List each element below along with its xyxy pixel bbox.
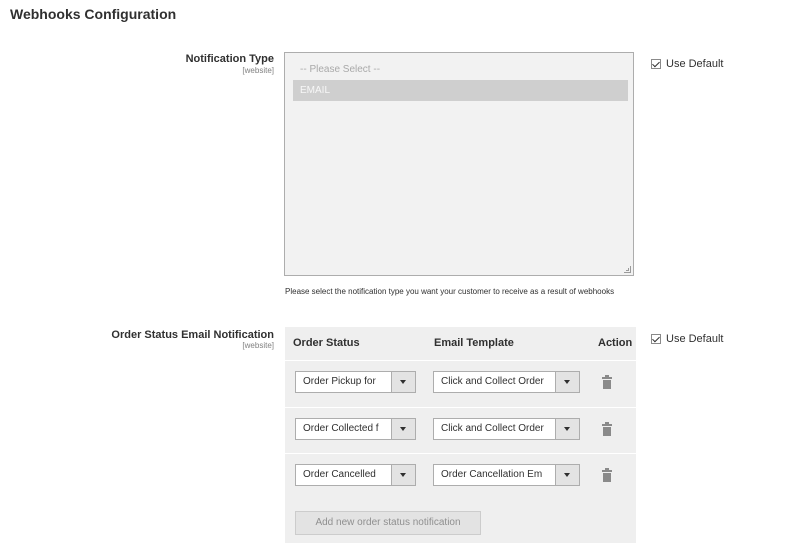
email-template-value: Click and Collect Order: [441, 423, 544, 434]
use-default-label: Use Default: [666, 58, 724, 70]
table-row: Order Cancelled Order Cancellation Em: [285, 453, 636, 500]
chevron-down-icon[interactable]: [391, 419, 415, 439]
notification-type-scope: [website]: [242, 66, 274, 75]
use-default-label: Use Default: [666, 333, 724, 345]
notification-type-multiselect[interactable]: -- Please Select -- EMAIL: [284, 52, 634, 276]
trash-icon[interactable]: [602, 422, 612, 436]
email-template-value: Click and Collect Order: [441, 376, 544, 387]
use-default-order-status-email[interactable]: Use Default: [651, 333, 723, 345]
order-status-email-scope: [website]: [242, 341, 274, 350]
order-status-email-label: Order Status Email Notification: [111, 329, 274, 341]
email-template-value: Order Cancellation Em: [441, 469, 543, 480]
column-order-status: Order Status: [293, 337, 360, 349]
email-template-select[interactable]: Order Cancellation Em: [433, 464, 580, 486]
add-order-status-notification-button[interactable]: Add new order status notification: [295, 511, 481, 535]
column-email-template: Email Template: [434, 337, 514, 349]
order-status-value: Order Collected f: [303, 423, 379, 434]
grid-header: Order Status Email Template Action: [285, 327, 636, 358]
trash-icon[interactable]: [602, 375, 612, 389]
resize-grip-icon[interactable]: [624, 266, 631, 273]
chevron-down-icon[interactable]: [391, 372, 415, 392]
chevron-down-icon[interactable]: [555, 419, 579, 439]
checkmark-icon[interactable]: [651, 59, 661, 69]
email-template-select[interactable]: Click and Collect Order: [433, 418, 580, 440]
table-row: Order Pickup for Click and Collect Order: [285, 360, 636, 407]
column-action: Action: [598, 337, 633, 349]
order-status-value: Order Cancelled: [303, 469, 376, 480]
order-status-select[interactable]: Order Collected f: [295, 418, 416, 440]
chevron-down-icon[interactable]: [555, 465, 579, 485]
order-status-value: Order Pickup for: [303, 376, 376, 387]
option-email[interactable]: EMAIL: [293, 80, 628, 101]
notification-type-label: Notification Type: [185, 53, 274, 65]
order-status-grid: Order Status Email Template Action Order…: [285, 327, 636, 543]
section-title: Webhooks Configuration: [10, 6, 177, 22]
trash-icon[interactable]: [602, 468, 612, 482]
chevron-down-icon[interactable]: [391, 465, 415, 485]
order-status-select[interactable]: Order Pickup for: [295, 371, 416, 393]
checkmark-icon[interactable]: [651, 334, 661, 344]
order-status-select[interactable]: Order Cancelled: [295, 464, 416, 486]
use-default-notification-type[interactable]: Use Default: [651, 58, 723, 70]
chevron-down-icon[interactable]: [555, 372, 579, 392]
notification-type-note: Please select the notification type you …: [285, 287, 615, 296]
option-please-select[interactable]: -- Please Select --: [293, 59, 628, 80]
table-row: Order Collected f Click and Collect Orde…: [285, 407, 636, 454]
email-template-select[interactable]: Click and Collect Order: [433, 371, 580, 393]
